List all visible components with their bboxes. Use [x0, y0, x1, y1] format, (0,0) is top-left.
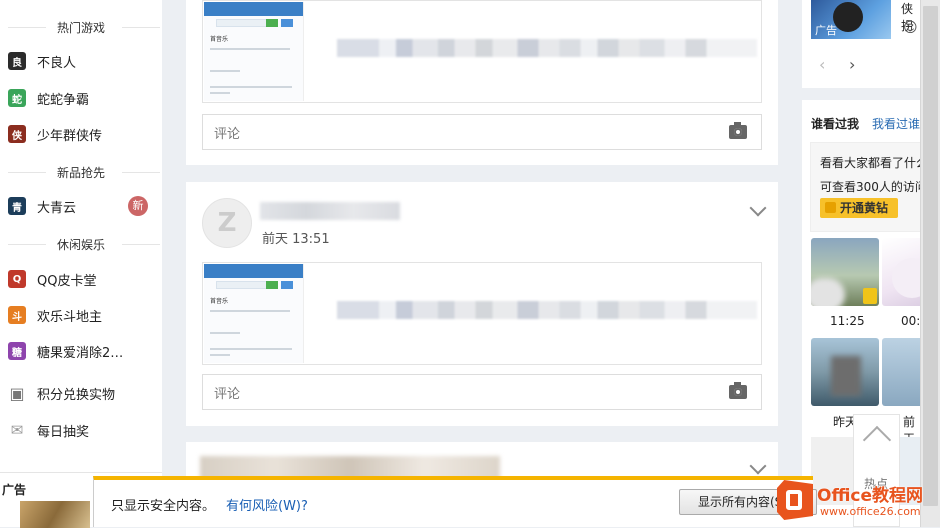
comment-input[interactable]: 评论 — [202, 374, 762, 410]
promo-line2: 可查看300人的访问 — [820, 180, 922, 194]
chevron-down-icon[interactable] — [749, 199, 767, 217]
menu-label: 积分兑换实物 — [37, 387, 116, 403]
blurred-username — [260, 202, 400, 220]
tab-i-visited[interactable]: 我看过谁 — [872, 115, 920, 132]
ad-label: 广告 — [2, 483, 27, 497]
game-label: 糖果爱消除2… — [37, 345, 124, 361]
game-label: 不良人 — [37, 55, 77, 71]
visitor-time: 11:25 — [830, 314, 865, 328]
vip-button[interactable]: 开通黄钻 — [820, 198, 898, 218]
watermark-brand: Office教程网 — [817, 486, 924, 506]
office-watermark: Office教程网 www.office26.com — [777, 478, 937, 524]
shared-link-card[interactable]: 首音乐 — [202, 262, 762, 365]
visitor-thumb[interactable] — [811, 238, 879, 306]
game-label: 大青云 — [37, 200, 77, 216]
chevron-right-icon[interactable]: › — [849, 55, 855, 74]
snake-game-icon: 蛇 — [8, 89, 26, 107]
store-icon: ▣ — [8, 383, 26, 403]
buliangren-game-icon: 良 — [8, 52, 26, 70]
office-logo-icon — [777, 480, 813, 520]
vertical-scrollbar[interactable] — [920, 0, 940, 527]
visitor-thumb[interactable] — [811, 338, 879, 406]
game-item-daqingyun[interactable]: 青 大青云 新 — [8, 195, 158, 217]
candy-game-icon: 糖 — [8, 342, 26, 360]
comment-placeholder: 评论 — [214, 386, 241, 402]
left-sidebar: 热门游戏 良 不良人 蛇 蛇蛇争霸 侠 少年群侠传 新品抢先 青 大青云 新 休… — [0, 0, 162, 527]
game-item-doudizhu[interactable]: 斗 欢乐斗地主 — [8, 304, 158, 326]
game-label: 少年群侠传 — [37, 128, 103, 144]
shared-thumbnail: 首音乐 — [204, 264, 304, 363]
camera-icon[interactable] — [729, 122, 747, 139]
shared-thumbnail: 首音乐 — [204, 2, 304, 101]
promo-line1: 看看大家都看了什么 — [820, 156, 922, 170]
game-item-candy[interactable]: 糖 糖果爱消除2… — [8, 340, 158, 362]
doudizhu-game-icon: 斗 — [8, 306, 26, 324]
shaonian-game-icon: 侠 — [8, 125, 26, 143]
security-notification-bar: 只显示安全内容。 有何风险(W)? 显示所有内容(S) — [93, 476, 817, 527]
back-to-top-icon[interactable] — [862, 425, 892, 455]
blurred-link-title — [337, 301, 757, 319]
ad-label: 广告 — [815, 24, 837, 37]
tab-visitors[interactable]: 谁看过我 — [811, 115, 859, 132]
post-time: 前天 13:51 — [262, 232, 330, 247]
ad-banner[interactable]: 广告 — [811, 0, 891, 39]
blurred-link-title — [337, 39, 757, 57]
section-title-casual: 休闲娱乐 — [0, 236, 162, 253]
menu-label: 每日抽奖 — [37, 424, 90, 440]
ad-image — [20, 501, 90, 528]
risk-link[interactable]: 有何风险(W)? — [226, 495, 308, 514]
daqingyun-game-icon: 青 — [8, 197, 26, 215]
vip-promo: 看看大家都看了什么 可查看300人的访问 开通黄钻 — [810, 142, 922, 232]
gift-icon: ✉ — [8, 421, 26, 439]
chevron-down-icon[interactable] — [749, 457, 767, 475]
security-message: 只显示安全内容。 — [111, 499, 216, 514]
game-label: QQ皮卡堂 — [37, 273, 97, 289]
scrollbar-thumb[interactable] — [923, 6, 938, 506]
feed-post: Z 前天 13:51 首音乐 评论 — [186, 182, 778, 426]
chevron-left-icon[interactable]: ‹ — [819, 55, 825, 74]
game-label: 蛇蛇争霸 — [37, 92, 90, 108]
new-badge: 新 — [128, 196, 148, 216]
right-top-panel: 广告 侠拐 ☺ ‹ › — [802, 0, 922, 88]
camera-icon[interactable] — [729, 382, 747, 399]
game-label: 欢乐斗地主 — [37, 309, 103, 325]
thumb-text: 首音乐 — [210, 298, 229, 305]
game-item-pikatang[interactable]: Q QQ皮卡堂 — [8, 268, 158, 290]
shared-link-card[interactable]: 首音乐 — [202, 0, 762, 103]
vip-button-label: 开通黄钻 — [840, 201, 889, 215]
game-item-shaonian[interactable]: 侠 少年群侠传 — [8, 123, 158, 145]
comment-placeholder: 评论 — [214, 126, 241, 142]
menu-item-daily-lottery[interactable]: ✉ 每日抽奖 — [8, 419, 158, 441]
avatar[interactable]: Z — [202, 198, 252, 248]
watermark-url: www.office26.com — [820, 505, 921, 518]
crown-icon — [863, 288, 877, 304]
menu-item-points-exchange[interactable]: ▣ 积分兑换实物 — [8, 382, 158, 404]
section-title-hot-games: 热门游戏 — [0, 19, 162, 36]
section-title-new-games: 新品抢先 — [0, 164, 162, 181]
comment-input[interactable]: 评论 — [202, 114, 762, 150]
thumb-text: 首音乐 — [210, 36, 229, 43]
game-item-buliangren[interactable]: 良 不良人 — [8, 50, 158, 72]
game-item-snake[interactable]: 蛇 蛇蛇争霸 — [8, 87, 158, 109]
diamond-icon — [825, 202, 836, 213]
pikatang-game-icon: Q — [8, 270, 26, 288]
smile-icon: ☺ — [903, 20, 918, 36]
feed-post: 首音乐 评论 — [186, 0, 778, 165]
